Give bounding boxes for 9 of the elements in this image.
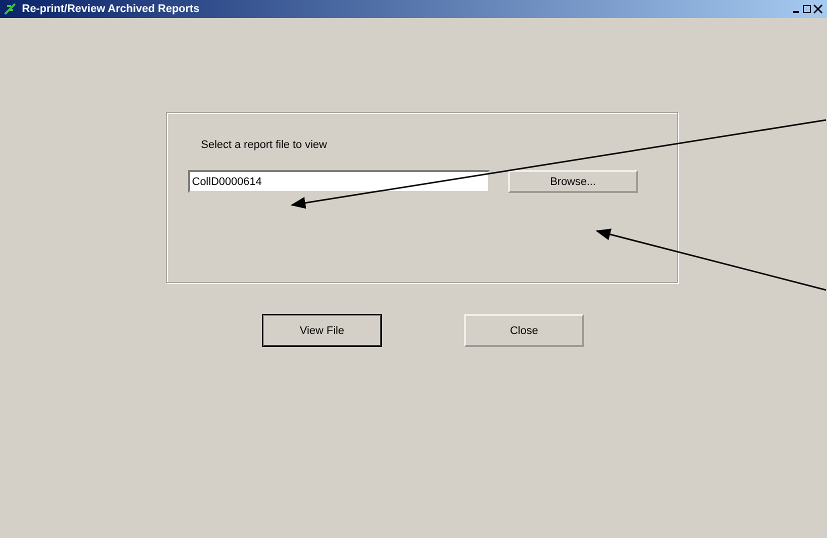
maximize-icon[interactable] — [802, 4, 812, 14]
close-button[interactable]: Close — [464, 314, 584, 347]
browse-button[interactable]: Browse... — [508, 170, 638, 193]
close-icon[interactable] — [813, 4, 823, 14]
field-label: Select a report file to view — [201, 139, 328, 151]
view-file-button[interactable]: View File — [262, 314, 382, 347]
app-icon — [4, 3, 16, 15]
file-path-field[interactable]: CollD0000614 — [188, 170, 490, 193]
window-title: Re-print/Review Archived Reports — [22, 3, 200, 15]
